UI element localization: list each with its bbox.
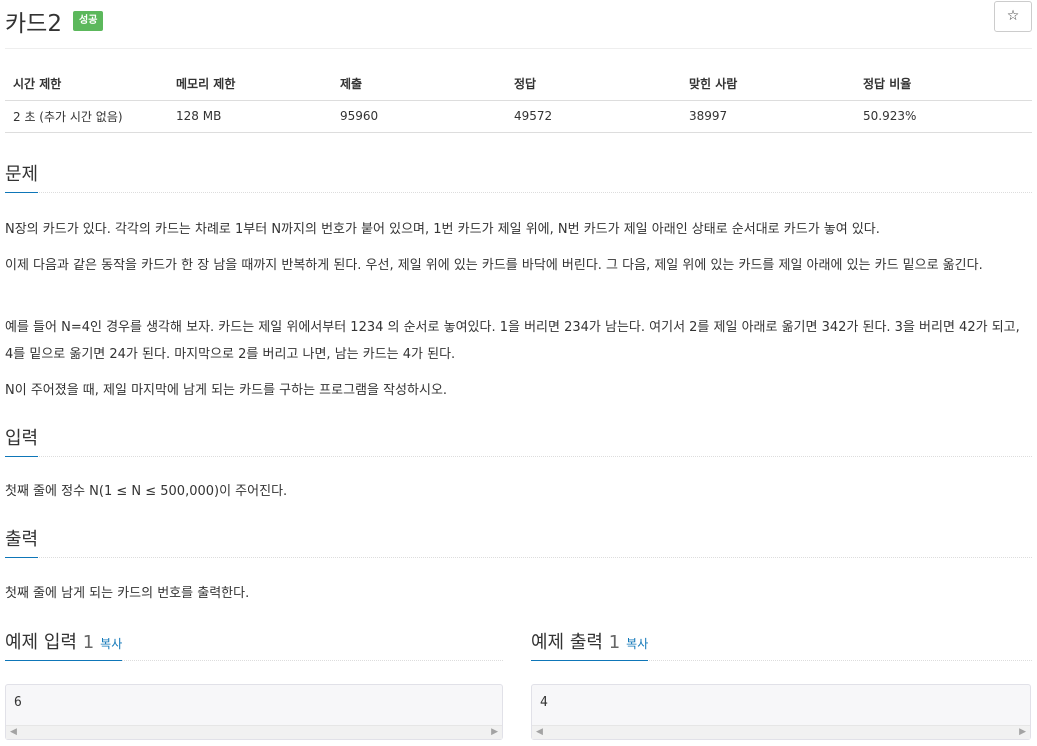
accept-ratio-value: 50.923% [855, 100, 1032, 133]
output-section-header: 출력 [5, 525, 1032, 558]
column-header-memory-limit: 메모리 제한 [168, 68, 332, 101]
sample-output-value: 4 [540, 695, 548, 710]
column-header-accepted: 정답 [506, 68, 681, 101]
input-section-title: 입력 [5, 424, 39, 457]
scroll-right-icon[interactable]: ▶ [1019, 727, 1026, 737]
horizontal-scrollbar[interactable]: ◀ ▶ [6, 725, 502, 739]
sample-input-value: 6 [14, 695, 22, 710]
copy-sample-output-button[interactable]: 복사 [626, 637, 648, 651]
sample-input-title-text: 예제 입력 [5, 632, 77, 653]
column-header-solved-users: 맞힌 사람 [681, 68, 855, 101]
problem-info-table: 시간 제한 메모리 제한 제출 정답 맞힌 사람 정답 비율 2 초 (추가 시… [5, 68, 1032, 133]
page-header: 카드2 성공 ☆ [5, 0, 1032, 49]
column-header-accept-ratio: 정답 비율 [855, 68, 1032, 101]
table-header-row: 시간 제한 메모리 제한 제출 정답 맞힌 사람 정답 비율 [5, 68, 1032, 101]
scroll-left-icon[interactable]: ◀ [10, 727, 17, 737]
sample-input-number: 1 [82, 632, 95, 653]
sample-output-title: 예제 출력 1 복사 [531, 628, 649, 661]
copy-sample-input-button[interactable]: 복사 [100, 637, 122, 651]
problem-paragraph-2: 이제 다음과 같은 동작을 카드가 한 장 남을 때까지 반복하게 된다. 우선… [5, 258, 983, 273]
problem-section-header: 문제 [5, 160, 1032, 193]
input-description: 첫째 줄에 정수 N(1 ≤ N ≤ 500,000)이 주어진다. [5, 484, 288, 499]
problem-section-title: 문제 [5, 160, 39, 193]
table-row: 2 초 (추가 시간 없음) 128 MB 95960 49572 38997 … [5, 100, 1032, 133]
memory-limit-value: 128 MB [168, 100, 332, 133]
status-badge: 성공 [73, 11, 104, 31]
sample-input-box[interactable]: 6 ◀ ▶ [5, 684, 503, 740]
output-description: 첫째 줄에 남게 되는 카드의 번호를 출력한다. [5, 586, 250, 601]
problem-paragraph-1: N장의 카드가 있다. 각각의 카드는 차례로 1부터 N까지의 번호가 붙어 … [5, 222, 880, 237]
sample-input-header: 예제 입력 1 복사 [5, 628, 503, 661]
problem-title: 카드2 [5, 11, 62, 37]
submissions-value: 95960 [332, 100, 506, 133]
favorite-button[interactable]: ☆ [994, 1, 1032, 32]
problem-paragraph-3: 예를 들어 N=4인 경우를 생각해 보자. 카드는 제일 위에서부터 1234… [5, 320, 1020, 362]
scroll-right-icon[interactable]: ▶ [491, 727, 498, 737]
sample-output-box[interactable]: 4 ◀ ▶ [531, 684, 1031, 740]
column-header-submissions: 제출 [332, 68, 506, 101]
sample-input-title: 예제 입력 1 복사 [5, 628, 123, 661]
problem-paragraph-4: N이 주어졌을 때, 제일 마지막에 남게 되는 카드를 구하는 프로그램을 작… [5, 383, 448, 398]
horizontal-scrollbar[interactable]: ◀ ▶ [532, 725, 1030, 739]
star-icon: ☆ [1006, 8, 1020, 24]
time-limit-value: 2 초 (추가 시간 없음) [5, 100, 168, 133]
accepted-value: 49572 [506, 100, 681, 133]
scroll-left-icon[interactable]: ◀ [536, 727, 543, 737]
output-section-title: 출력 [5, 525, 39, 558]
column-header-time-limit: 시간 제한 [5, 68, 168, 101]
solved-users-value: 38997 [681, 100, 855, 133]
sample-output-title-text: 예제 출력 [531, 632, 603, 653]
sample-output-number: 1 [608, 632, 621, 653]
sample-output-header: 예제 출력 1 복사 [531, 628, 1032, 661]
input-section-header: 입력 [5, 424, 1032, 457]
